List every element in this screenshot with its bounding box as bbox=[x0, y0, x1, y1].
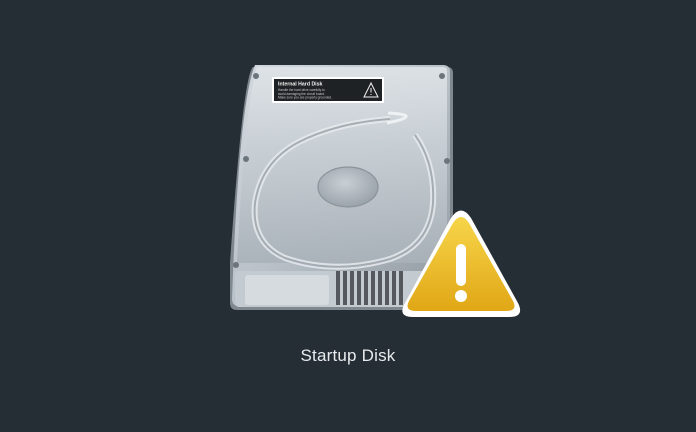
startup-disk-button[interactable]: Internal Hard Disk Handle the hard drive… bbox=[225, 63, 525, 323]
disk-sticker: Internal Hard Disk Handle the hard drive… bbox=[272, 77, 384, 103]
startup-disk-screen: Internal Hard Disk Handle the hard drive… bbox=[0, 0, 696, 432]
sticker-line-3: Make sure you are properly grounded. bbox=[278, 96, 332, 100]
sticker-title: Internal Hard Disk bbox=[278, 82, 323, 88]
startup-disk-label[interactable]: Startup Disk bbox=[0, 346, 696, 366]
